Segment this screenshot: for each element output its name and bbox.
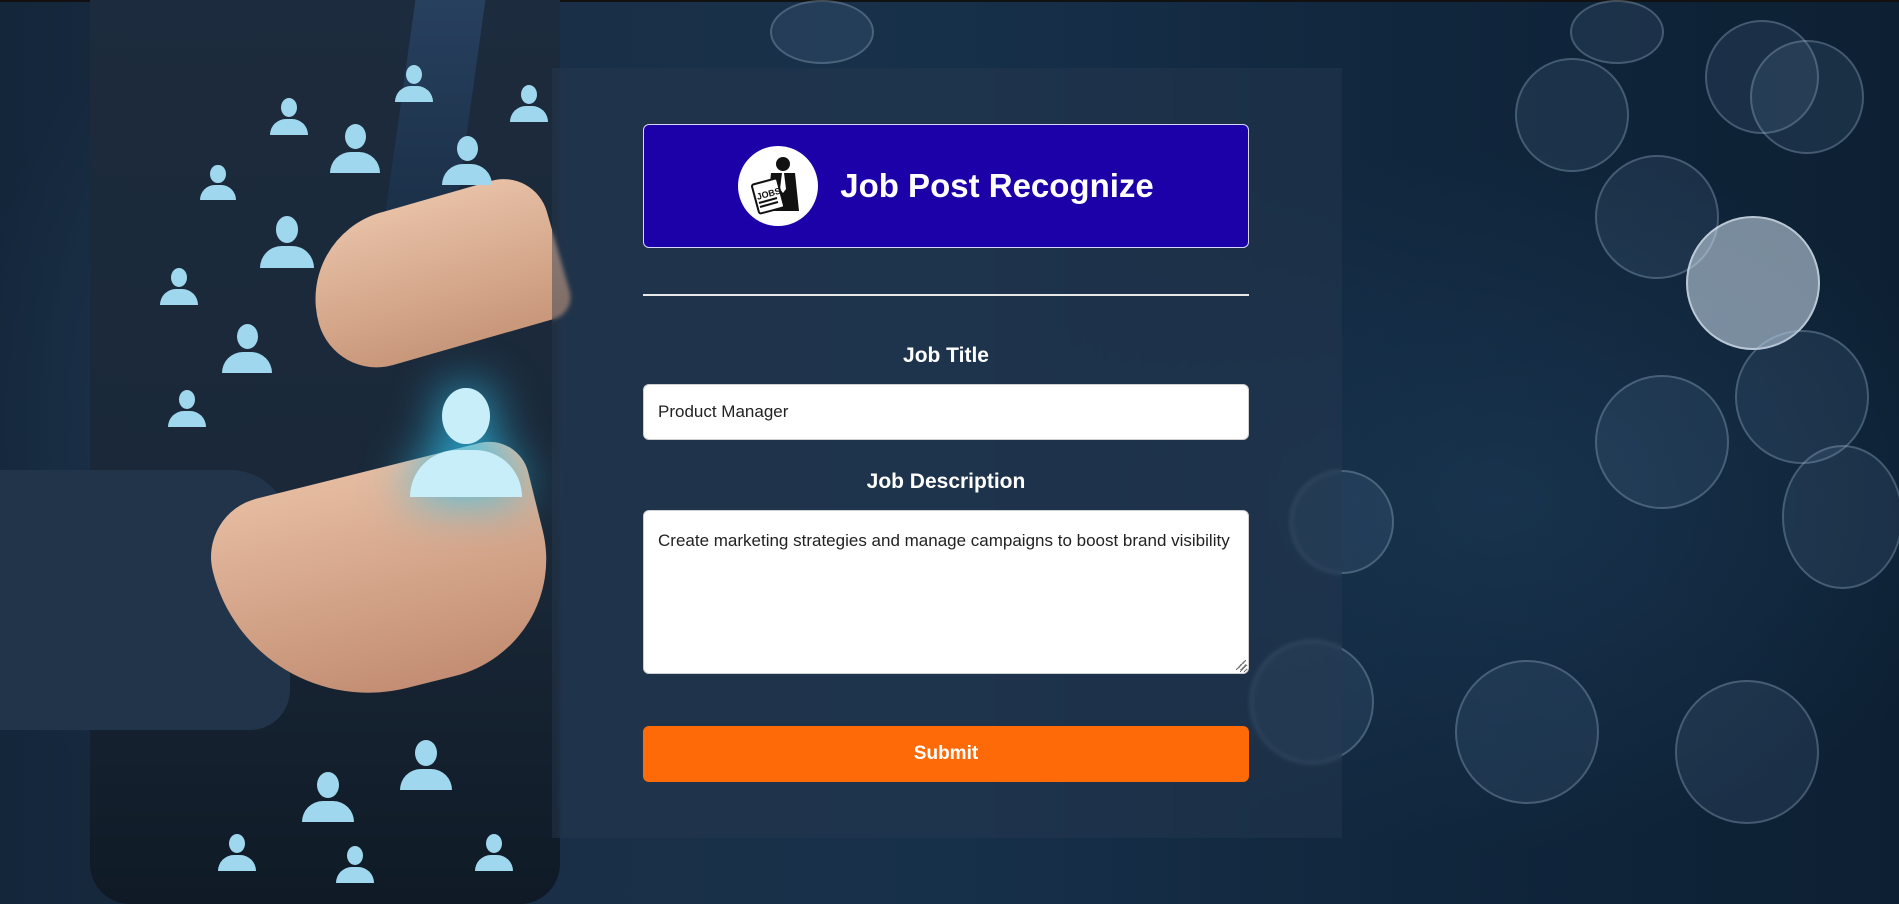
submit-button[interactable]: Submit	[643, 726, 1249, 782]
bokeh-circle	[1675, 680, 1819, 824]
person-icon	[260, 216, 314, 269]
person-icon	[160, 268, 198, 305]
person-icon	[442, 136, 492, 185]
bokeh-circle	[1455, 660, 1599, 804]
app-header: JOBS Job Post Recognize	[643, 124, 1249, 248]
divider	[643, 294, 1249, 296]
person-icon	[395, 65, 433, 102]
highlighted-person-icon	[410, 388, 522, 497]
job-title-label: Job Title	[903, 344, 989, 367]
job-description-textarea[interactable]: Create marketing strategies and manage c…	[643, 510, 1249, 674]
page-title: Job Post Recognize	[840, 167, 1154, 204]
person-icon	[168, 390, 206, 427]
person-icon	[302, 772, 354, 823]
person-icon	[336, 846, 374, 883]
bokeh-circle	[1782, 445, 1899, 589]
job-description-label: Job Description	[866, 470, 1026, 493]
person-icon	[222, 324, 272, 373]
person-icon	[200, 165, 236, 200]
bokeh-circle	[770, 0, 874, 64]
bokeh-circle	[1595, 375, 1729, 509]
logo-graphic: JOBS	[751, 157, 800, 215]
textarea-resize-handle[interactable]	[1236, 660, 1246, 670]
bokeh-circle	[1735, 330, 1869, 464]
jobs-newspaper-person-icon: JOBS	[738, 146, 819, 226]
person-icon	[270, 98, 308, 135]
person-icon	[218, 834, 256, 871]
job-title-input[interactable]	[643, 384, 1249, 440]
bokeh-circle	[1750, 40, 1864, 154]
bokeh-circle	[1570, 0, 1664, 64]
person-icon	[510, 85, 548, 122]
person-icon	[475, 834, 513, 871]
bokeh-circle	[1515, 58, 1629, 172]
person-icon	[330, 124, 380, 173]
person-icon	[400, 740, 452, 791]
